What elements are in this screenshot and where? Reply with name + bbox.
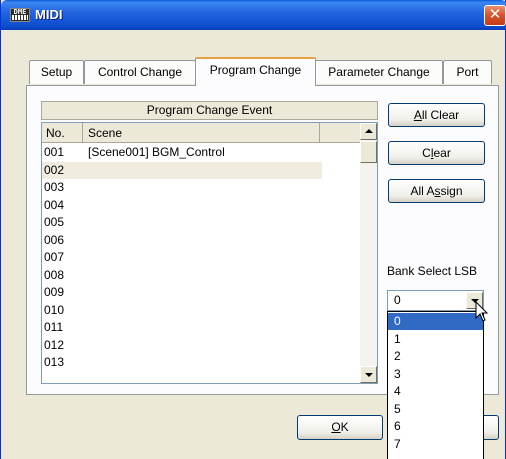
button-label-pre: All A: [410, 184, 435, 198]
dropdown-option[interactable]: 4: [388, 383, 483, 400]
window-title: MIDI: [35, 7, 63, 22]
program-change-list[interactable]: No. Scene 001 [Scene001] BGM_Control 002 00…: [41, 122, 378, 384]
dropdown-option[interactable]: 7: [388, 436, 483, 453]
tab-control-change[interactable]: Control Change: [84, 60, 196, 84]
table-row[interactable]: 011: [42, 319, 360, 336]
app-icon: DME: [10, 8, 30, 22]
bank-select-options-list[interactable]: 01234567: [387, 311, 484, 459]
row-number: 012: [44, 337, 65, 352]
dropdown-option[interactable]: 1: [388, 331, 483, 348]
vertical-scrollbar[interactable]: [360, 123, 377, 383]
bank-select-lsb-label: Bank Select LSB: [387, 264, 478, 278]
dropdown-value: 0: [394, 293, 401, 307]
tab-program-change[interactable]: Program Change: [195, 57, 316, 86]
dropdown-option[interactable]: 6: [388, 418, 483, 435]
table-row[interactable]: 013: [42, 354, 360, 371]
tab-label: Control Change: [97, 65, 183, 79]
table-row[interactable]: 003: [42, 179, 360, 196]
table-row[interactable]: 005: [42, 214, 360, 231]
row-number: 010: [44, 302, 65, 317]
button-label-pre: C: [422, 146, 431, 160]
tab-label: Parameter Change: [328, 65, 430, 79]
row-number: 006: [44, 232, 65, 247]
tab-parameter-change[interactable]: Parameter Change: [315, 60, 443, 84]
access-key: A: [413, 108, 422, 122]
row-number: 008: [44, 267, 65, 282]
row-number: 009: [44, 285, 65, 299]
tab-label: Port: [456, 65, 479, 79]
list-header: No. Scene: [42, 123, 360, 143]
tab-setup[interactable]: Setup: [29, 60, 84, 84]
row-number: 011: [44, 320, 64, 334]
arrow-down-icon: [365, 373, 373, 377]
tab-label: Setup: [40, 65, 73, 79]
table-row[interactable]: 010: [42, 302, 360, 319]
table-row[interactable]: 008: [42, 267, 360, 284]
button-label-post: ll Clear: [421, 108, 460, 122]
row-scene: [Scene001] BGM_Control: [88, 145, 225, 159]
tab-label: Program Change: [209, 63, 302, 77]
row-number: 004: [44, 197, 65, 212]
row-highlight: [42, 161, 322, 179]
program-change-event-header: Program Change Event: [41, 101, 378, 120]
table-row[interactable]: 012: [42, 337, 360, 354]
dropdown-option[interactable]: 2: [388, 348, 483, 365]
table-row[interactable]: 001 [Scene001] BGM_Control: [42, 144, 360, 161]
title-bar[interactable]: DME MIDI ✕: [1, 0, 506, 30]
arrow-up-icon: [365, 129, 373, 133]
table-row[interactable]: 006: [42, 232, 360, 249]
table-row[interactable]: 007: [42, 249, 360, 266]
row-number: 007: [44, 250, 65, 264]
row-number: 005: [44, 215, 65, 229]
scroll-thumb[interactable]: [360, 141, 377, 163]
clear-button[interactable]: Clear: [388, 141, 485, 165]
all-assign-button[interactable]: All Assign: [388, 179, 485, 203]
ok-button[interactable]: OK: [297, 415, 383, 440]
row-number: 003: [44, 180, 65, 194]
dropdown-option[interactable]: 0: [388, 313, 483, 330]
row-number: 013: [44, 355, 65, 369]
close-icon: ✕: [488, 6, 502, 23]
row-number: 002: [44, 162, 65, 177]
button-label-post: ear: [433, 146, 451, 160]
row-number: 001: [44, 145, 65, 159]
dropdown-option[interactable]: 5: [388, 401, 483, 418]
mouse-cursor-icon: [475, 301, 489, 322]
dropdown-option[interactable]: 3: [388, 366, 483, 383]
table-row[interactable]: 004: [42, 197, 360, 214]
button-label-post: K: [340, 420, 349, 434]
column-header-no[interactable]: No.: [42, 123, 83, 143]
midi-dialog-window: DME MIDI ✕ Setup Control Change Program …: [0, 0, 506, 459]
all-clear-button[interactable]: All Clear: [388, 103, 485, 127]
button-label-post: sign: [440, 184, 463, 198]
column-header-scene[interactable]: Scene: [83, 123, 320, 143]
scroll-down-button[interactable]: [360, 366, 377, 383]
table-row[interactable]: 009: [42, 284, 360, 301]
access-key: O: [331, 420, 341, 434]
table-row[interactable]: 002: [42, 161, 360, 179]
keyboard-icon: [12, 15, 28, 20]
tab-port[interactable]: Port: [443, 60, 492, 84]
bank-select-lsb-dropdown[interactable]: 0: [387, 290, 484, 311]
close-button[interactable]: ✕: [484, 5, 506, 26]
scroll-up-button[interactable]: [360, 123, 377, 140]
